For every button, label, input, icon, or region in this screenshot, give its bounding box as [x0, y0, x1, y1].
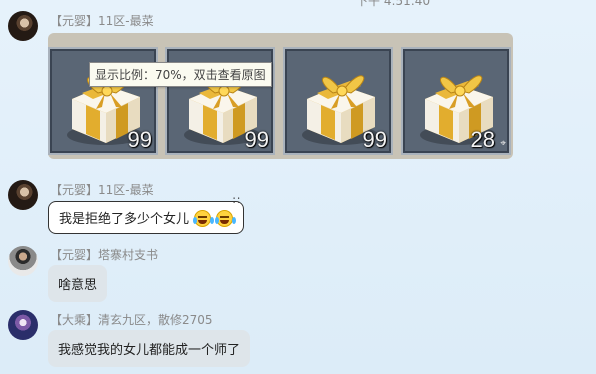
- item-count: 28: [470, 127, 495, 152]
- message-bubble[interactable]: 我是拒绝了多少个女儿: [48, 201, 245, 234]
- item-slot: 28 ⌖: [401, 47, 511, 155]
- message-text: 我感觉我的女儿都能成一个师了: [58, 343, 241, 358]
- sender-name[interactable]: 【元婴】11区-最菜: [50, 12, 154, 29]
- message-timestamp: 下午 4:51:40: [356, 0, 431, 8]
- sender-name[interactable]: 【大乘】清玄九区，散修2705: [50, 311, 213, 328]
- item-count: 99: [127, 127, 152, 152]
- avatar[interactable]: [8, 310, 38, 340]
- avatar[interactable]: [8, 11, 38, 41]
- avatar[interactable]: [8, 180, 38, 210]
- sender-name[interactable]: 【元婴】11区-最菜: [50, 181, 154, 198]
- zoom-tooltip: 显示比例：70%，双击查看原图: [89, 62, 272, 87]
- message-bubble[interactable]: 我感觉我的女儿都能成一个师了: [48, 330, 251, 367]
- zoom-icon: ⌖: [500, 138, 506, 149]
- message-text: 我是拒绝了多少个女儿: [59, 212, 190, 227]
- message-text: 啥意思: [58, 278, 98, 293]
- image-message[interactable]: 99 99 99 28 ⌖: [48, 33, 513, 159]
- laugh-cry-emoji: [193, 210, 215, 227]
- sticker-decoration-icon: ∷: [233, 194, 240, 207]
- message-bubble[interactable]: 啥意思: [48, 265, 108, 302]
- sender-name[interactable]: 【元婴】塔寨村支书: [50, 246, 158, 263]
- avatar[interactable]: [8, 246, 38, 276]
- item-count: 99: [362, 127, 387, 152]
- laugh-cry-emoji: [215, 210, 237, 227]
- item-slot: 99: [283, 47, 393, 155]
- item-count: 99: [244, 127, 269, 152]
